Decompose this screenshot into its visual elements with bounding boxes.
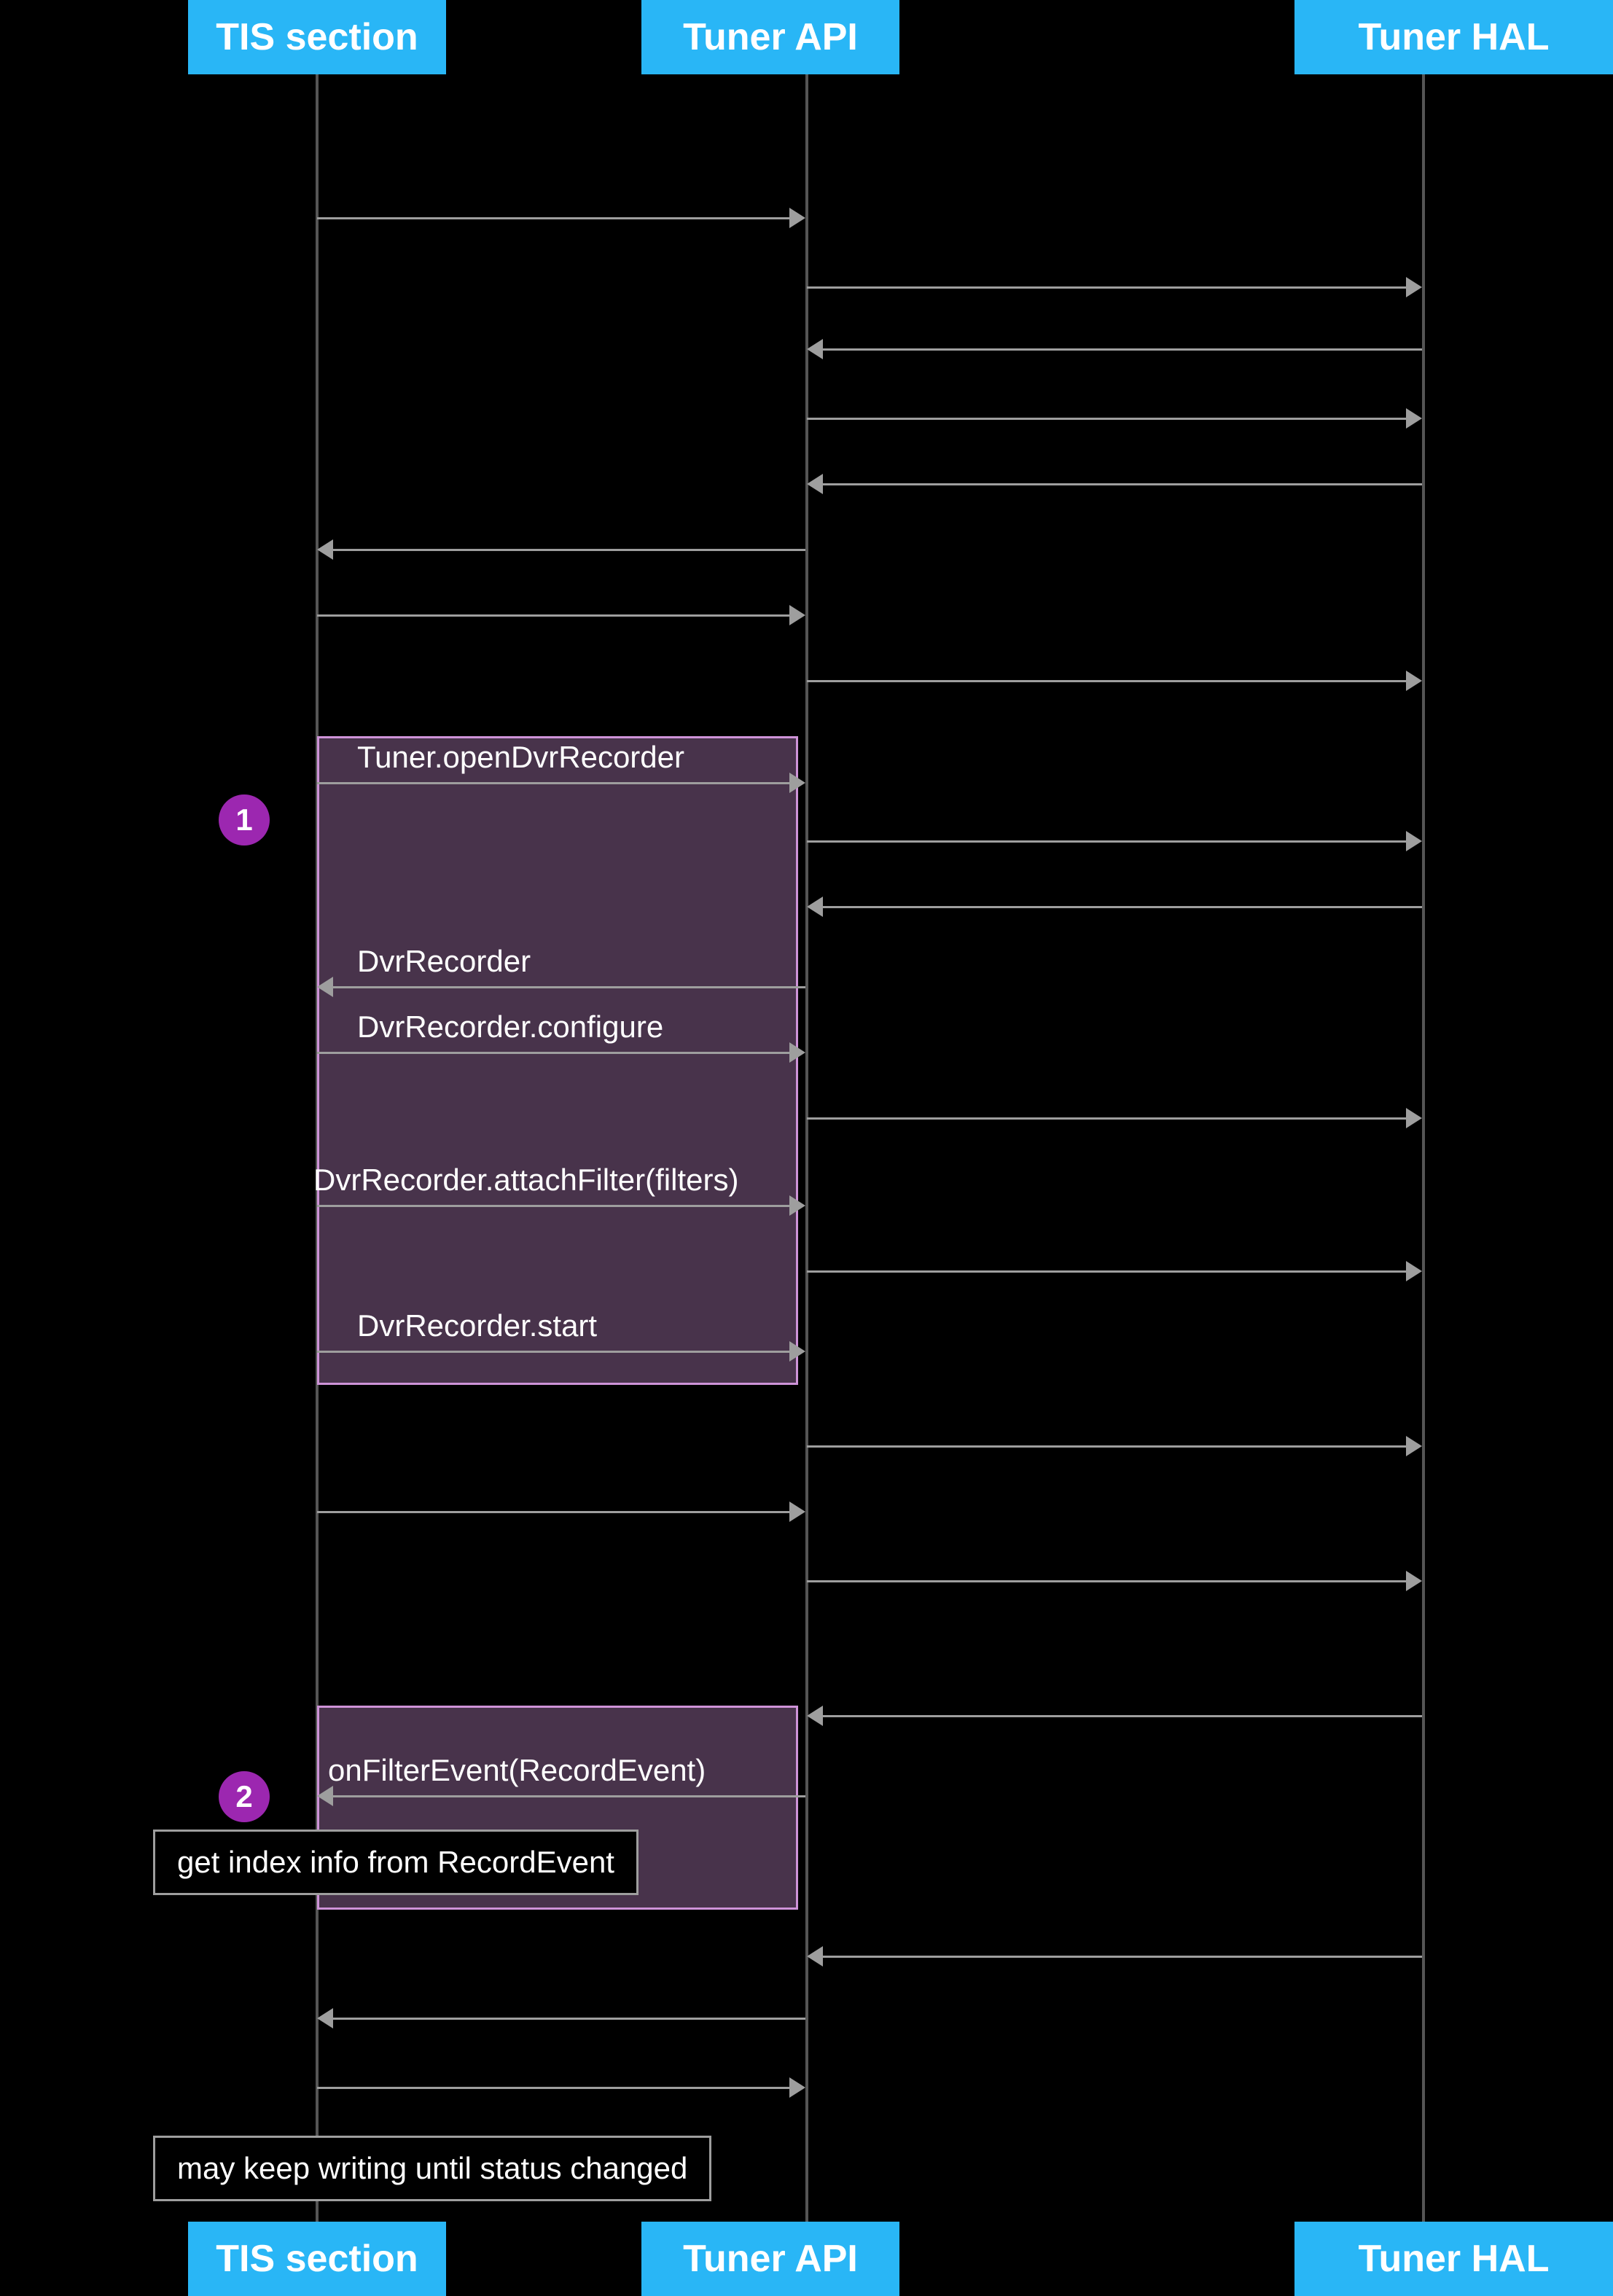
diagram-container: TIS section Tuner API Tuner HAL TIS sect… [0, 0, 1613, 2296]
note-get-index-info: get index info from RecordEvent [153, 1830, 638, 1895]
step-badge-1: 1 [219, 794, 270, 846]
footer-tuner-hal: Tuner HAL [1294, 2222, 1613, 2296]
arrow-14 [807, 1108, 1422, 1128]
label-open-dvr-recorder: Tuner.openDvrRecorder [357, 740, 684, 775]
header-tis: TIS section [188, 0, 446, 74]
label-dvr-start: DvrRecorder.start [357, 1308, 597, 1343]
arrow-20 [807, 1571, 1422, 1591]
arrow-5 [807, 474, 1422, 494]
arrow-1 [317, 208, 805, 228]
arrow-25 [317, 2077, 805, 2098]
arrow-11 [807, 897, 1422, 917]
lifeline-tuner-hal [1422, 74, 1425, 2222]
label-dvr-recorder: DvrRecorder [357, 944, 531, 979]
label-dvr-attach-filter: DvrRecorder.attachFilter(filters) [313, 1163, 738, 1198]
footer-tuner-api: Tuner API [641, 2222, 899, 2296]
arrow-dvr-recorder [317, 977, 805, 997]
arrow-24 [317, 2008, 805, 2028]
arrow-3 [807, 339, 1422, 359]
arrow-dvr-configure [317, 1042, 805, 1063]
arrow-2 [807, 277, 1422, 297]
header-tuner-api: Tuner API [641, 0, 899, 74]
arrow-dvr-start [317, 1341, 805, 1362]
arrow-19 [317, 1502, 805, 1522]
step-badge-2: 2 [219, 1771, 270, 1822]
arrow-23 [807, 1946, 1422, 1967]
header-tuner-hal: Tuner HAL [1294, 0, 1613, 74]
note-keep-writing: may keep writing until status changed [153, 2136, 711, 2201]
lifeline-tuner-api [805, 74, 808, 2222]
arrow-open-dvr-recorder [317, 773, 805, 793]
arrow-18 [807, 1436, 1422, 1456]
arrow-filter-event [317, 1786, 805, 1806]
arrow-8 [807, 671, 1422, 691]
arrow-4 [807, 408, 1422, 429]
label-filter-event: onFilterEvent(RecordEvent) [328, 1753, 706, 1788]
arrow-10 [807, 831, 1422, 851]
arrow-7 [317, 605, 805, 625]
arrow-21 [807, 1706, 1422, 1726]
footer-tis: TIS section [188, 2222, 446, 2296]
arrow-dvr-attach-filter [317, 1195, 805, 1216]
arrow-16 [807, 1261, 1422, 1281]
label-dvr-configure: DvrRecorder.configure [357, 1010, 663, 1044]
arrow-6 [317, 539, 805, 560]
